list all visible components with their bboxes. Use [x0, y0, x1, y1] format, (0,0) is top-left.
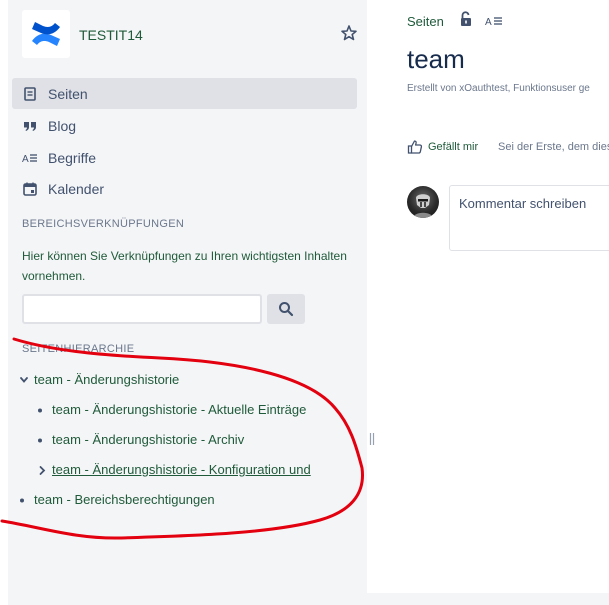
svg-text:A: A — [485, 17, 492, 28]
breadcrumb[interactable]: Seiten — [407, 14, 444, 29]
glossary-format-icon[interactable]: A — [485, 14, 503, 28]
avatar — [407, 186, 439, 218]
page-footer-strip — [367, 593, 609, 605]
svg-text:A: A — [22, 154, 29, 165]
shortcut-search-input[interactable] — [22, 294, 262, 324]
comment-input[interactable]: Kommentar schreiben — [449, 185, 609, 251]
confluence-logo-icon[interactable] — [22, 10, 70, 58]
pages-icon — [22, 86, 38, 102]
page-title: team — [407, 44, 465, 74]
chevron-right-icon[interactable] — [36, 463, 48, 477]
bullet-icon — [36, 403, 48, 417]
sidebar-item-begriffe[interactable]: A Begriffe — [12, 142, 357, 173]
tree-item-label[interactable]: team - Änderungshistorie - Aktuelle Eint… — [52, 402, 306, 417]
bullet-icon — [18, 493, 30, 507]
page-tree-title: SEITENHIERARCHIE — [22, 343, 135, 355]
sidebar-item-seiten[interactable]: Seiten — [12, 78, 357, 109]
glossary-icon: A — [22, 150, 38, 166]
sidebar-item-label: Kalender — [48, 181, 105, 197]
shortcuts-title: BEREICHSVERKNÜPFUNGEN — [22, 218, 185, 230]
calendar-icon — [22, 181, 38, 197]
tree-item[interactable]: team - Änderungshistorie - Aktuelle Eint… — [36, 400, 327, 422]
star-icon[interactable] — [340, 24, 358, 42]
unlock-icon[interactable] — [459, 11, 473, 27]
sidebar: TESTIT14 Seiten Blog A Begriffe Kalender… — [0, 0, 367, 605]
tree-item[interactable]: team - Änderungshistorie - Konfiguration… — [36, 460, 327, 482]
tree-item[interactable]: team - Änderungshistorie — [18, 370, 338, 392]
like-hint: Sei der Erste, dem dies — [498, 141, 609, 153]
sidebar-item-label: Begriffe — [48, 150, 96, 166]
page-byline: Erstellt von xOauthtest, Funktionsuser g… — [407, 83, 590, 94]
like-button[interactable]: Gefällt mir — [428, 141, 478, 153]
tree-item[interactable]: team - Bereichsberechtigungen — [18, 490, 338, 512]
comment-placeholder: Kommentar schreiben — [459, 196, 587, 211]
sidebar-item-blog[interactable]: Blog — [12, 110, 357, 141]
sidebar-edge — [0, 0, 8, 605]
bullet-icon — [36, 433, 48, 447]
search-button[interactable] — [267, 294, 305, 324]
blog-quote-icon — [22, 118, 38, 134]
thumbs-up-icon[interactable] — [407, 139, 423, 155]
tree-item-label[interactable]: team - Änderungshistorie — [34, 372, 179, 387]
tree-item-label[interactable]: team - Änderungshistorie - Konfiguration… — [52, 462, 311, 477]
shortcuts-description[interactable]: Hier können Sie Verknüpfungen zu Ihren w… — [22, 246, 352, 286]
space-name[interactable]: TESTIT14 — [79, 27, 143, 43]
sidebar-item-kalender[interactable]: Kalender — [12, 173, 357, 204]
tree-item-label[interactable]: team - Bereichsberechtigungen — [34, 492, 215, 507]
space-header: TESTIT14 — [22, 10, 362, 60]
sidebar-item-label: Seiten — [48, 86, 88, 102]
sidebar-item-label: Blog — [48, 118, 77, 134]
tree-item[interactable]: team - Änderungshistorie - Archiv — [36, 430, 327, 452]
tree-item-label[interactable]: team - Änderungshistorie - Archiv — [52, 432, 244, 447]
main-content: Seiten A team Erstellt von xOauthtest, F… — [367, 0, 609, 605]
chevron-down-icon[interactable] — [18, 373, 30, 387]
